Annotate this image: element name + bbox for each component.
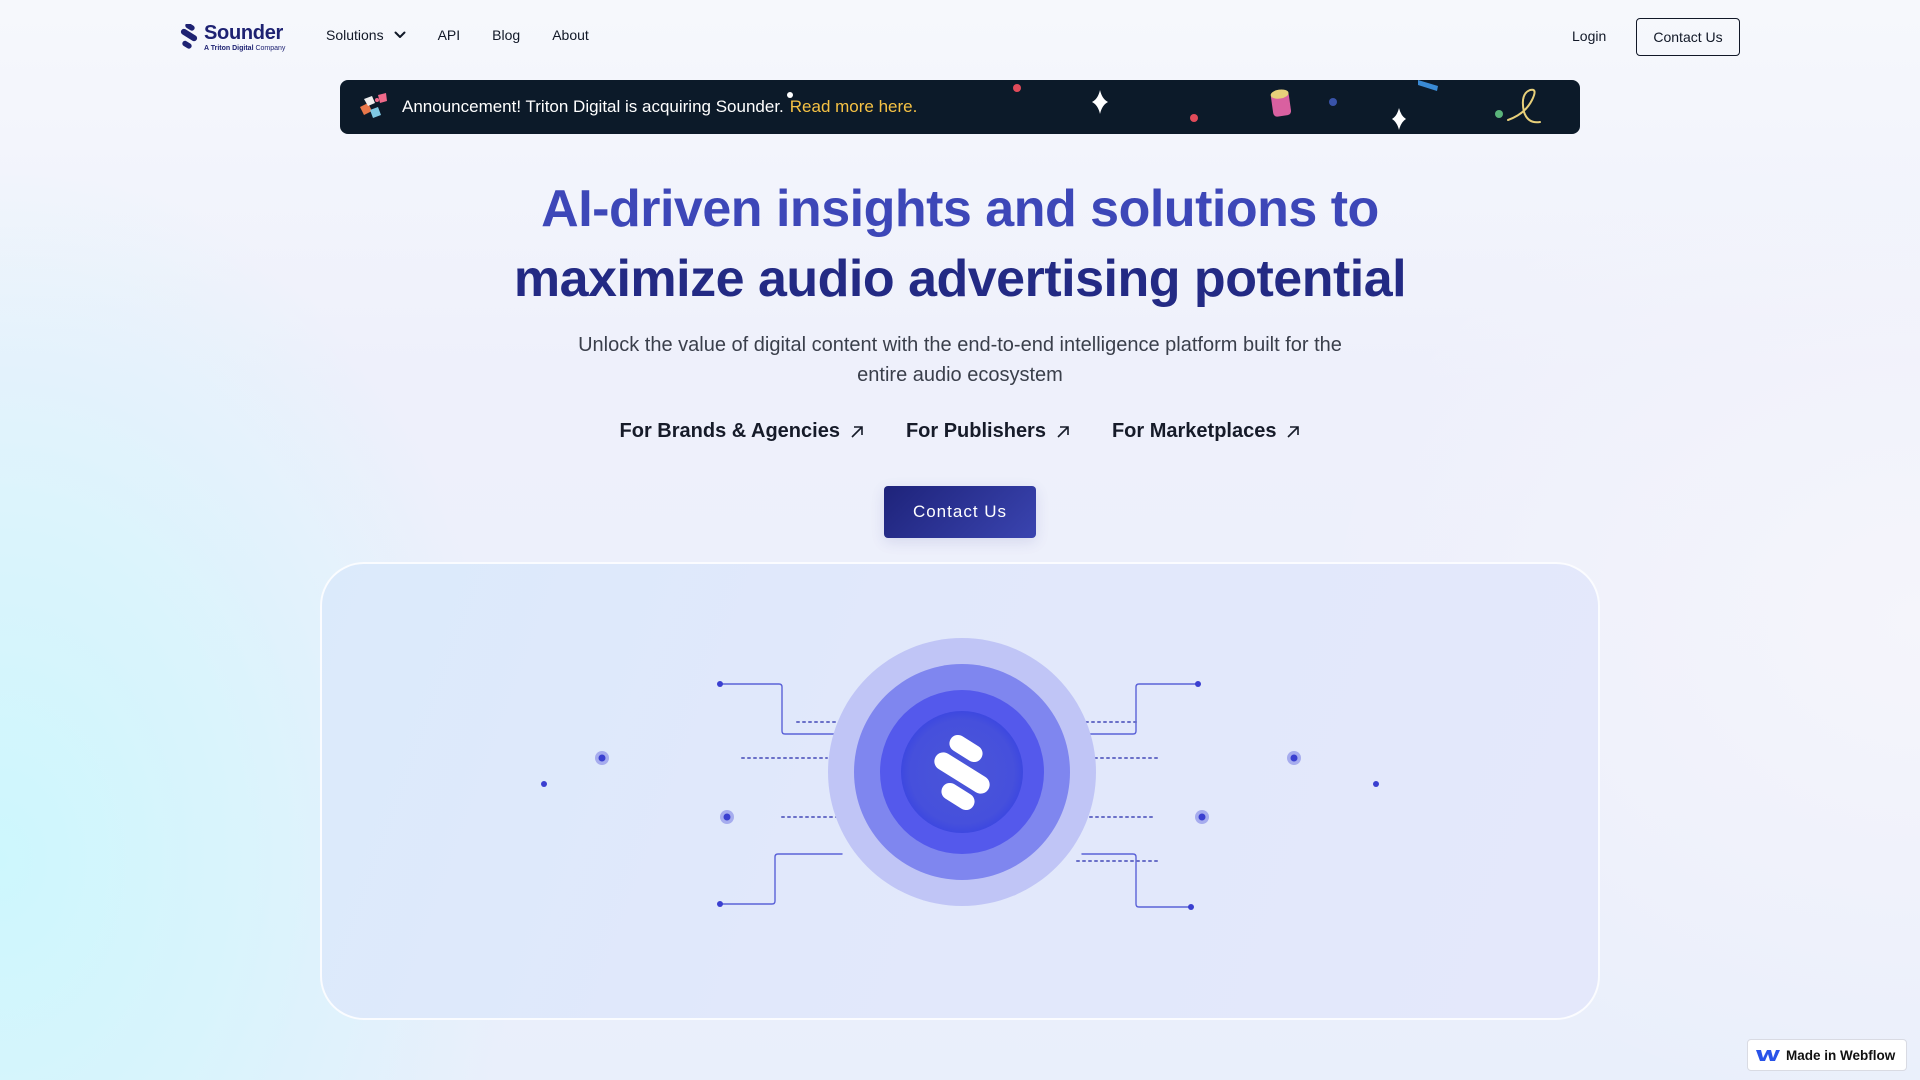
confetti-sparkle xyxy=(1092,90,1108,114)
circuit-node xyxy=(723,813,731,821)
nav-item-solutions[interactable]: Solutions xyxy=(326,27,406,43)
confetti-ribbon xyxy=(1418,80,1438,91)
confetti-sparkle xyxy=(1392,108,1406,130)
confetti-dot xyxy=(1495,110,1503,118)
illustration-card xyxy=(320,562,1600,1020)
confetti-dot xyxy=(1329,98,1337,106)
publishers-link[interactable]: For Publishers xyxy=(906,420,1070,443)
webflow-badge-label: Made in Webflow xyxy=(1786,1047,1896,1063)
announcement-banner: Announcement! Triton Digital is acquirin… xyxy=(340,80,1580,134)
circuit-line xyxy=(1081,683,1199,735)
login-link[interactable]: Login xyxy=(1572,28,1606,44)
nav-item-blog[interactable]: Blog xyxy=(492,27,520,43)
chevron-down-icon xyxy=(394,31,406,38)
arrow-up-right-icon xyxy=(1287,425,1300,438)
brand-name: Sounder xyxy=(204,22,284,44)
sounder-logo-icon xyxy=(180,24,198,49)
circuit-node xyxy=(598,754,606,762)
nav-links: Solutions API Blog About xyxy=(326,27,589,43)
hero-subtitle: Unlock the value of digital content with… xyxy=(578,334,1342,386)
webflow-icon xyxy=(1756,1050,1780,1061)
circuit-nodes-right xyxy=(1188,681,1379,910)
arrow-up-right-icon xyxy=(1057,425,1069,438)
confetti-cylinder xyxy=(1270,89,1292,117)
confetti-dot xyxy=(1013,84,1021,92)
circuit-node xyxy=(717,901,723,907)
nav-item-about[interactable]: About xyxy=(552,27,589,43)
confetti-squiggle xyxy=(1507,88,1541,124)
circuit-node xyxy=(1198,813,1206,821)
brand-tagline: A Triton Digital Company xyxy=(204,45,286,52)
circuit-node xyxy=(1290,754,1298,762)
hero-contact-us-button[interactable]: Contact Us xyxy=(884,486,1036,538)
hero-title: AI-driven insights and solutions to maxi… xyxy=(0,174,1920,314)
hero-title-line-2: maximize audio advertising potential xyxy=(513,250,1407,308)
contact-us-button[interactable]: Contact Us xyxy=(1636,18,1740,56)
circuit-illustration xyxy=(541,638,1379,910)
circuit-node xyxy=(1195,681,1201,687)
hero-title-line-1: AI-driven insights and solutions to xyxy=(541,180,1379,238)
circuit-node xyxy=(1373,781,1379,787)
marketplaces-link[interactable]: For Marketplaces xyxy=(1112,420,1301,443)
confetti-dot xyxy=(1190,114,1198,122)
confetti-dot xyxy=(787,92,793,98)
logo[interactable]: Sounder A Triton Digital Company xyxy=(180,23,285,53)
circuit-lines-right xyxy=(1061,683,1377,908)
circuit-line xyxy=(1081,853,1192,908)
circuit-node xyxy=(717,681,723,687)
brands-agencies-link[interactable]: For Brands & Agencies xyxy=(620,420,864,443)
circuit-nodes-left xyxy=(541,681,734,907)
circuit-lines-left xyxy=(543,683,863,905)
nav-item-label: Solutions xyxy=(326,27,384,43)
circuit-line xyxy=(719,853,843,905)
audience-links: For Brands & Agencies For Publishers For… xyxy=(0,420,1920,443)
circuit-line xyxy=(719,683,843,735)
arrow-up-right-icon xyxy=(851,425,863,438)
confetti-decoration xyxy=(787,80,1541,130)
circuit-node xyxy=(541,781,547,787)
top-nav: Sounder A Triton Digital Company Solutio… xyxy=(0,0,1920,74)
nav-item-api[interactable]: API xyxy=(438,27,461,43)
circuit-node xyxy=(1188,904,1194,910)
made-in-webflow-badge[interactable]: Made in Webflow xyxy=(1747,1039,1907,1071)
